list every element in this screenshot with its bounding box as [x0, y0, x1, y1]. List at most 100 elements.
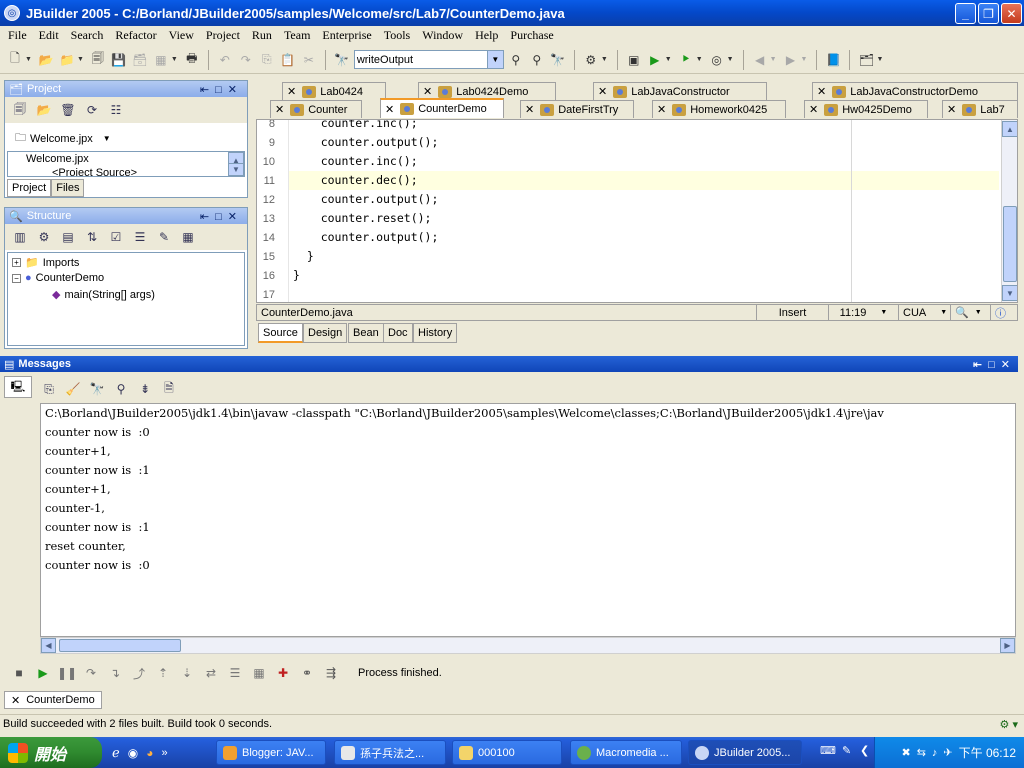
save-log-icon[interactable]: 🗎 [160, 380, 178, 398]
sort-icon[interactable]: ⇅ [83, 228, 101, 246]
workspace-icon[interactable]: 🗂 [857, 51, 875, 69]
search-next-icon[interactable]: ⚲ [507, 51, 525, 69]
step-up-icon[interactable]: ⇡ [154, 664, 172, 682]
panel-controls-icon[interactable]: ⇤□✕ [973, 358, 1016, 371]
task-sunzi[interactable]: 孫子兵法之... [334, 740, 446, 765]
status-insert-mode[interactable]: Insert [757, 305, 829, 320]
chevron-left-icon[interactable]: ❮ [860, 744, 869, 757]
frames-icon[interactable]: ☰ [226, 664, 244, 682]
find-next-icon[interactable]: ⚲ [112, 380, 130, 398]
list-icon[interactable]: ☰ [131, 228, 149, 246]
stop-icon[interactable]: ■ [10, 664, 28, 682]
refresh-icon[interactable]: ⟳ [83, 101, 101, 119]
scroll-thumb[interactable] [59, 639, 181, 652]
quicklaunch-icon[interactable]: ◉ [128, 746, 138, 760]
copy-icon[interactable]: ⎘ [258, 51, 276, 69]
open-file-icon[interactable]: 📁 [58, 51, 76, 69]
scroll-down-icon[interactable]: ▼ [1002, 285, 1017, 301]
tab-design[interactable]: Design [303, 323, 348, 343]
step-over-icon[interactable]: ↷ [82, 664, 100, 682]
console-view-icon[interactable]: 🖳 [4, 376, 32, 398]
keyboard-icon[interactable]: ⌨ [820, 744, 836, 757]
properties-icon[interactable]: ☷ [107, 101, 125, 119]
status-position[interactable]: 11:19 ▼ [829, 305, 899, 320]
print-icon[interactable]: 🖶 [183, 51, 201, 69]
menu-team[interactable]: Team [278, 28, 316, 43]
filter-icon[interactable]: ⚙ [35, 228, 53, 246]
info-icon[interactable]: ⓘ [991, 305, 1010, 320]
close-file-icon[interactable]: ▦ [152, 51, 170, 69]
menu-tools[interactable]: Tools [378, 28, 417, 43]
wrap-icon[interactable]: ⇟ [136, 380, 154, 398]
menu-project[interactable]: Project [200, 28, 246, 43]
reopen-icon[interactable]: 🗐 [89, 51, 107, 69]
find-icon[interactable]: 🔭 [88, 380, 106, 398]
status-zoom[interactable]: 🔍 ▼ [951, 305, 991, 320]
scroll-left-icon[interactable]: ◀ [41, 638, 56, 653]
editor-vscrollbar[interactable]: ▲ ▼ [1001, 120, 1017, 302]
step-out-icon[interactable]: ⤴ [130, 664, 148, 682]
close-icon[interactable]: ✕ [11, 694, 20, 707]
console-hscrollbar[interactable]: ◀ ▶ [40, 637, 1016, 654]
collapse-icon[interactable]: − [12, 273, 21, 283]
optimize-icon[interactable]: ◎ [708, 51, 726, 69]
tab-labjavaconstructordemo[interactable]: ✕ LabJavaConstructorDemo [812, 82, 1018, 100]
status-keymap[interactable]: CUA ▼ [899, 305, 951, 320]
fields-icon[interactable]: ▤ [59, 228, 77, 246]
close-icon[interactable]: ✕ [657, 103, 666, 116]
tray-app-icon[interactable]: ✈ [943, 746, 952, 759]
tab-history[interactable]: History [413, 323, 458, 343]
menu-edit[interactable]: Edit [33, 28, 65, 43]
close-icon[interactable]: ✕ [385, 103, 394, 116]
forward-icon[interactable]: ▶ [782, 51, 800, 69]
tree-item-counterdemo[interactable]: − ● CounterDemo [12, 272, 104, 284]
paste-icon[interactable]: 📋 [279, 51, 297, 69]
run-tab-counterdemo[interactable]: ✕ CounterDemo [4, 691, 102, 709]
pause-icon[interactable]: ❚❚ [57, 664, 77, 682]
tree-item-welcome[interactable]: Welcome.jpx [8, 152, 244, 166]
tab-counter[interactable]: ✕ Counter [270, 100, 362, 118]
breakpoint-icon[interactable]: ✚ [274, 664, 292, 682]
minimize-button[interactable]: _ [955, 3, 976, 24]
tab-counterdemo[interactable]: ✕ CounterDemo [380, 98, 504, 118]
check-icon[interactable]: ☑ [107, 228, 125, 246]
project-selector[interactable]: 🗀 Welcome.jpx ▼ [15, 129, 111, 148]
tab-lab7[interactable]: ✕ Lab7 [942, 100, 1018, 118]
tab-hw0425demo[interactable]: ✕ Hw0425Demo [804, 100, 928, 118]
cut-icon[interactable]: ✂ [300, 51, 318, 69]
task-jbuilder[interactable]: JBuilder 2005... [688, 740, 802, 765]
menu-refactor[interactable]: Refactor [109, 28, 162, 43]
menu-file[interactable]: File [2, 28, 33, 43]
restore-button[interactable]: ❐ [978, 3, 999, 24]
menu-window[interactable]: Window [416, 28, 469, 43]
copy-icon[interactable]: ⎘ [40, 380, 58, 398]
task-macromedia[interactable]: Macromedia ... [570, 740, 682, 765]
tab-source[interactable]: Source [258, 323, 303, 343]
console-output[interactable]: C:\Borland\JBuilder2005\jdk1.4\bin\javaw… [40, 403, 1016, 637]
tree-item-imports[interactable]: + 📁 Imports [12, 256, 79, 269]
tab-doc[interactable]: Doc [383, 323, 413, 343]
tree-item-project-source[interactable]: <Project Source> [8, 166, 244, 176]
new-file-icon[interactable]: 🗋 [6, 51, 24, 69]
watch-icon[interactable]: ⚭ [298, 664, 316, 682]
tray-volume-icon[interactable]: ♪ [932, 747, 938, 759]
tab-homework0425[interactable]: ✕ Homework0425 [652, 100, 786, 118]
search-combo[interactable]: writeOutput ▼ [353, 50, 504, 69]
scroll-right-icon[interactable]: ▶ [1000, 638, 1015, 653]
scroll-thumb[interactable] [1003, 206, 1017, 282]
back-icon[interactable]: ◀ [751, 51, 769, 69]
close-icon[interactable]: ✕ [525, 103, 534, 116]
memory-icon[interactable]: ▦ [250, 664, 268, 682]
make-icon[interactable]: ⚙ [582, 51, 600, 69]
tray-network-icon[interactable]: ⇆ [917, 746, 926, 759]
save-all-icon[interactable]: 🗃 [131, 51, 149, 69]
scroll-up-icon[interactable]: ▲ [1002, 121, 1017, 137]
save-icon[interactable]: 💾 [110, 51, 128, 69]
tab-lab0424[interactable]: ✕ Lab0424 [282, 82, 386, 100]
menu-help[interactable]: Help [469, 28, 504, 43]
tab-labjavaconstructor[interactable]: ✕ LabJavaConstructor [593, 82, 767, 100]
tree-item-main[interactable]: ◆ main(String[] args) [52, 288, 155, 302]
panel-controls-icon[interactable]: ⇤□✕ [200, 210, 243, 223]
pen-icon[interactable]: ✎ [842, 744, 851, 757]
debug-icon[interactable]: ⯈ [677, 51, 695, 69]
